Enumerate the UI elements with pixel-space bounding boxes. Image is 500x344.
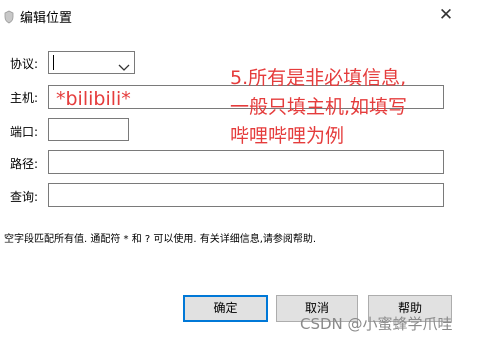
close-button[interactable]: ✕: [434, 4, 458, 26]
dialog-title: 编辑位置: [20, 11, 73, 26]
protocol-select[interactable]: [48, 51, 135, 74]
close-icon: ✕: [438, 5, 454, 25]
path-input[interactable]: [48, 150, 444, 174]
host-label: 主机:: [10, 91, 39, 105]
watermark: CSDN @小蜜蜂学爪哇: [300, 315, 453, 333]
shield-icon: [4, 9, 14, 24]
edit-location-dialog: 编辑位置 ✕ 协议: 主机: 端口: 路径: 查询: 空字段匹配所有值. 通配符…: [0, 0, 468, 330]
help-hint-text: 空字段匹配所有值. 通配符 * 和 ? 可以使用. 有关详细信息,请参阅帮助.: [4, 234, 317, 245]
tutorial-note-line: 5.所有是非必填信息,: [230, 67, 407, 89]
chevron-down-icon: [118, 57, 130, 71]
query-input[interactable]: [48, 183, 444, 207]
text-cursor: [53, 55, 54, 70]
host-example-annotation: *bilibili*: [56, 88, 131, 110]
path-label: 路径:: [10, 157, 39, 171]
ok-button[interactable]: 确定: [183, 295, 268, 322]
query-label: 查询:: [10, 190, 39, 204]
port-input[interactable]: [48, 118, 129, 141]
protocol-label: 协议:: [10, 57, 39, 71]
tutorial-note-line: 一般只填主机,如填写: [230, 96, 408, 118]
tutorial-note-line: 哔哩哔哩为例: [230, 125, 345, 147]
tutorial-note: 5.所有是非必填信息, 一般只填主机,如填写 哔哩哔哩为例: [230, 64, 462, 151]
background-gutter: [468, 0, 500, 344]
port-label: 端口:: [10, 125, 39, 139]
title-bar: 编辑位置 ✕: [0, 0, 468, 32]
